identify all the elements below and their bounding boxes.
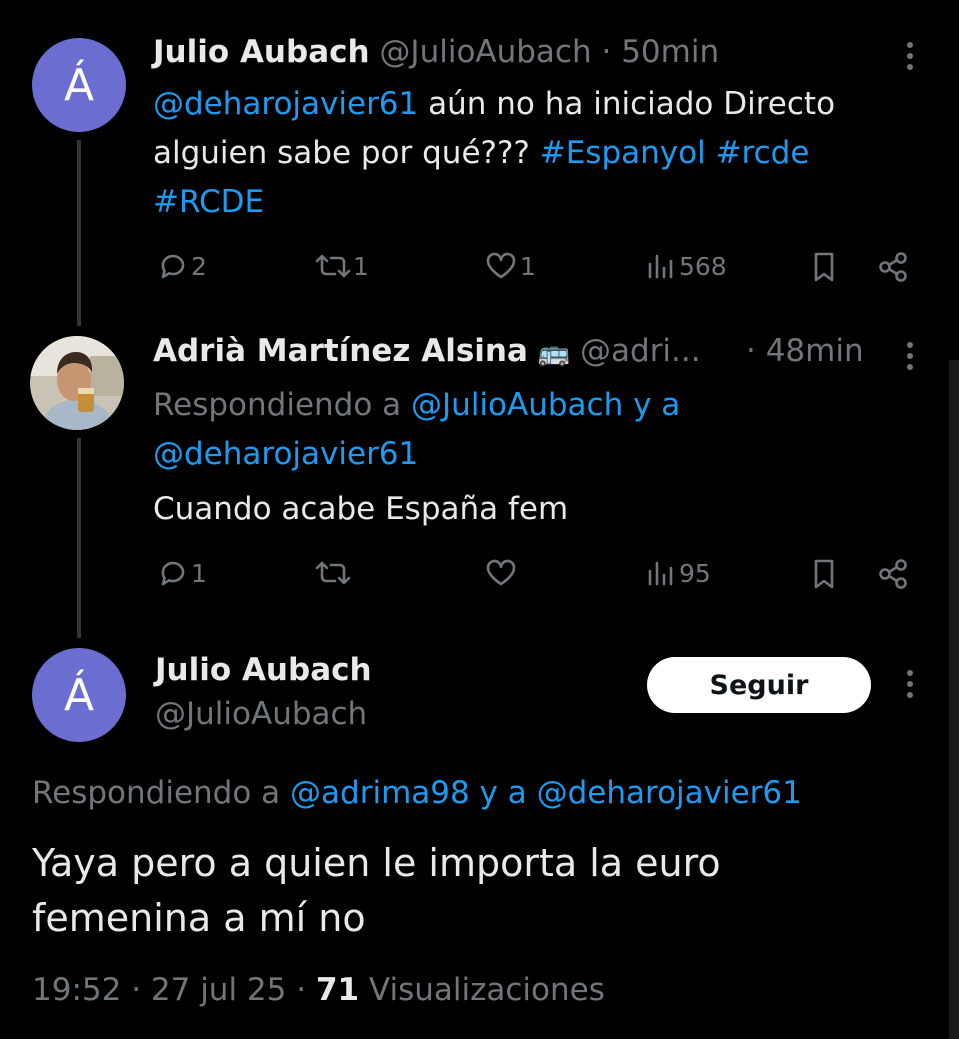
hashtag-link[interactable]: #RCDE [153,184,264,220]
author-name[interactable]: Julio Aubach [153,34,370,70]
avatar[interactable]: Á [32,648,126,742]
retweet-icon [315,254,351,278]
author-handle[interactable]: @JulioAubach [155,696,367,732]
more-options-icon[interactable] [907,670,913,703]
author-name[interactable]: Adrià Martínez Alsina [153,333,528,369]
more-options-icon[interactable] [907,342,913,375]
views-button[interactable]: 568 [645,250,727,282]
reply-icon [161,254,185,279]
bookmark-icon [814,252,834,282]
replying-to: Respondiendo a @adrima98 y a @deharojavi… [32,775,802,811]
views-icon [648,254,673,279]
hashtag-link[interactable]: #rcde [716,135,810,171]
tweet-time[interactable]: · 48min [746,333,864,369]
tweet-header: Julio Aubach @JulioAubach · 50min [153,34,719,70]
tweet-time[interactable]: · 50min [601,34,719,70]
heart-icon [486,559,516,586]
tweet-text: Yaya pero a quien le importa la euro fem… [32,841,721,940]
tweet-text: Cuando acabe España fem [153,491,569,527]
bookmark-button[interactable] [808,557,840,591]
views-button[interactable]: 95 [645,557,711,589]
views-count: 71 [315,972,360,1008]
avatar[interactable] [30,336,124,430]
more-options-icon[interactable] [907,42,913,75]
author-handle[interactable]: @JulioAubach [379,34,591,70]
thread-connector [77,438,81,638]
replying-user-link[interactable]: @adrima98 y a @deharojavier61 [290,775,802,811]
avatar[interactable]: Á [32,38,126,132]
like-button[interactable]: 1 [484,250,536,282]
timestamp[interactable]: 19:52 · 27 jul 25 · [32,972,316,1008]
reply-button[interactable]: 1 [157,557,207,589]
mention-link[interactable]: @deharojavier61 [153,86,418,122]
share-icon [879,559,907,589]
share-button[interactable] [876,557,910,591]
replying-user-link[interactable]: @JulioAubach y a [411,387,680,423]
views-icon [648,561,673,586]
tweet-meta: 19:52 · 27 jul 25 · 71 Visualizaciones [32,966,605,1015]
avatar-photo-image [30,336,124,430]
retweet-icon [315,561,351,585]
reply-icon [161,561,185,586]
bookmark-icon [814,559,834,589]
tweet-header: Adrià Martínez Alsina 🚌 @adri... [153,333,701,369]
author-name[interactable]: Julio Aubach [155,652,372,688]
follow-button[interactable]: Seguir [647,657,871,713]
retweet-button[interactable] [313,557,353,589]
tweet-text: @deharojavier61 aún no ha iniciado Direc… [153,86,836,220]
bus-emoji: 🚌 [537,338,571,368]
hashtag-link[interactable]: #Espanyol [540,135,706,171]
retweet-button[interactable]: 1 [313,250,369,282]
views-label: Visualizaciones [359,972,605,1008]
replying-user-link[interactable]: @deharojavier61 [153,436,418,472]
author-handle[interactable]: @adri... [580,333,701,369]
scrollbar[interactable] [949,360,959,1039]
replying-to: Respondiendo a @JulioAubach y a @deharoj… [153,387,681,472]
like-button[interactable] [484,557,518,589]
reply-button[interactable]: 2 [157,250,207,282]
thread-connector [77,140,81,326]
share-icon [879,252,907,282]
bookmark-button[interactable] [808,250,840,284]
share-button[interactable] [876,250,910,284]
heart-icon [486,252,516,279]
